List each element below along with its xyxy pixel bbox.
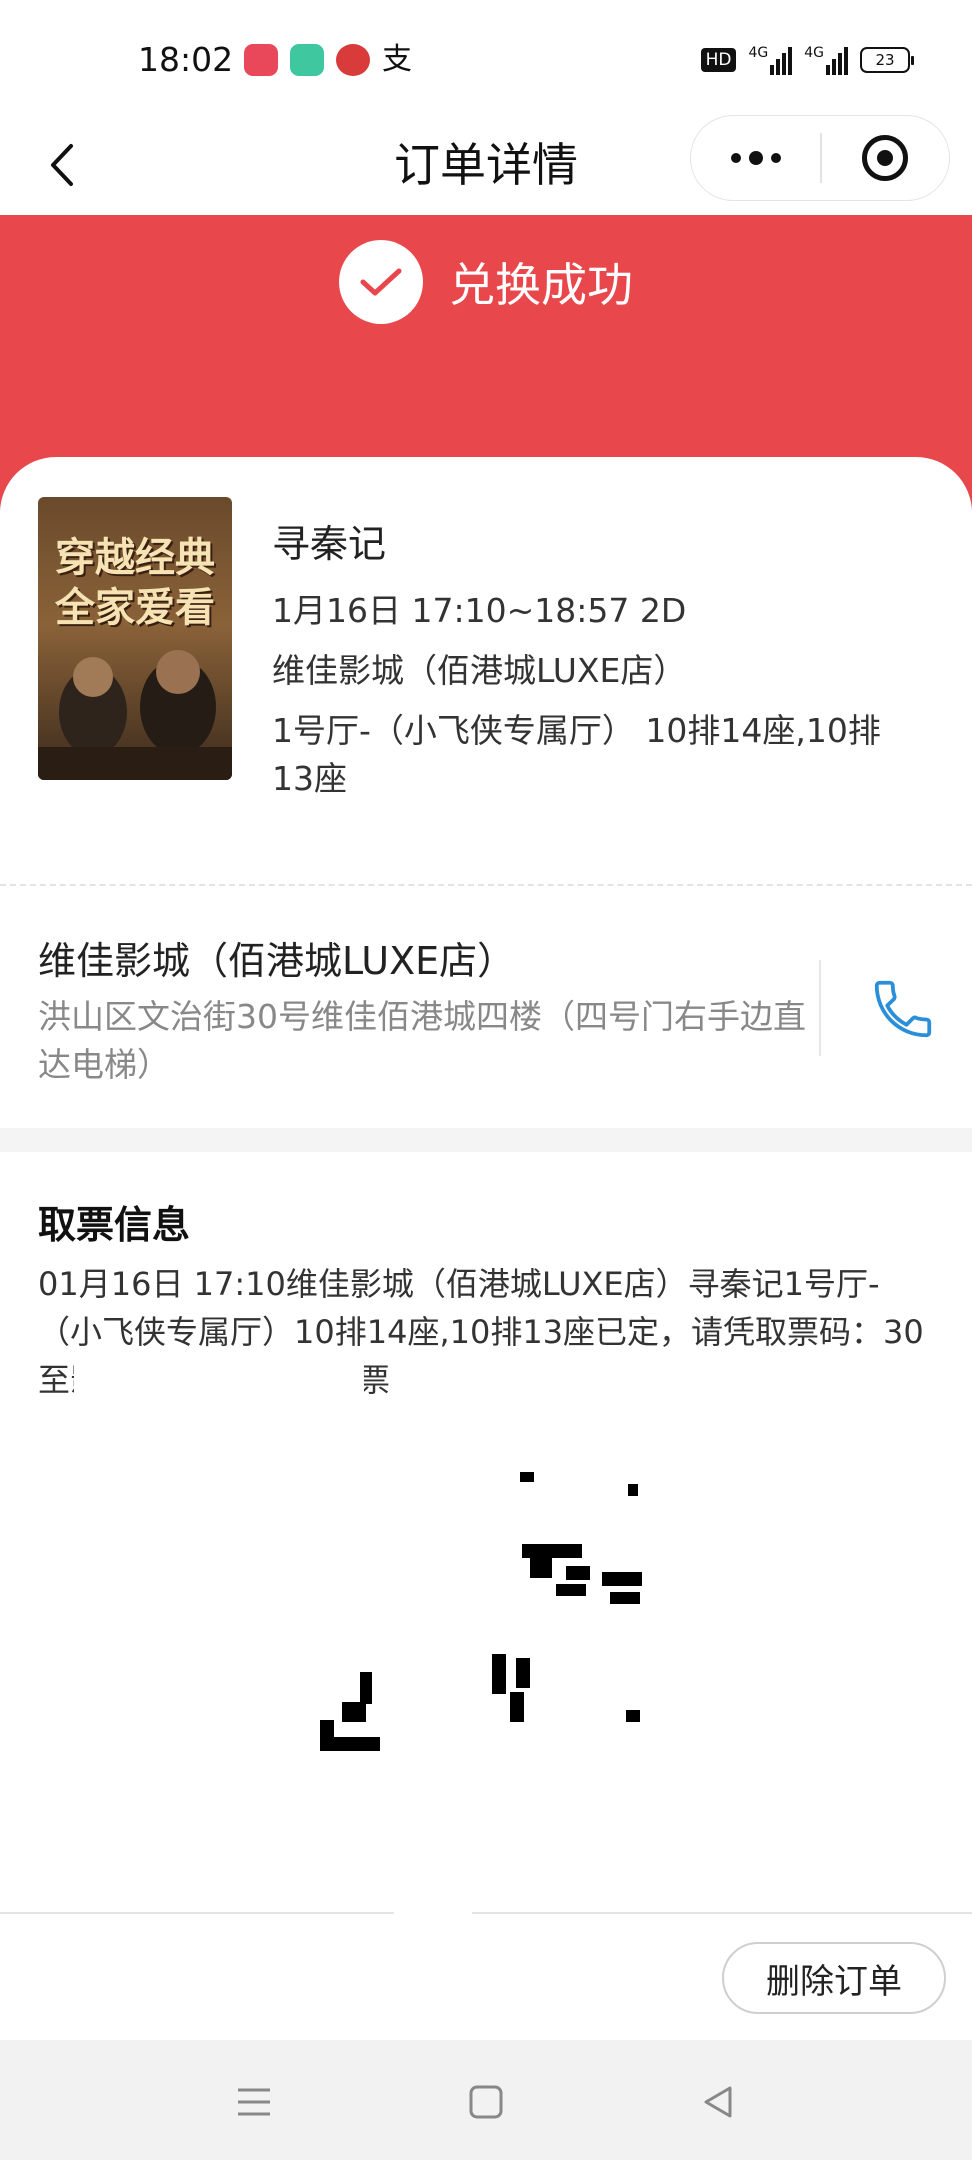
network-label: 4G [748, 45, 769, 61]
message-app-icon [290, 44, 324, 76]
phone-icon [874, 980, 932, 1038]
signal-icon: 4G [748, 45, 793, 75]
battery-level: 23 [875, 51, 895, 69]
square-home-icon [469, 2085, 503, 2119]
pickup-qr-code[interactable] [320, 1472, 650, 1802]
hall-seats: 1号厅-（小飞侠专属厅） 10排14座,10排13座 [272, 711, 881, 798]
cinema-section: 维佳影城（佰港城LUXE店） 洪山区文治街30号维佳佰港城四楼（四号门右手边直达… [0, 888, 972, 1128]
movie-title: 寻秦记 [272, 522, 387, 566]
notification-icons: 支 [244, 44, 412, 76]
close-button[interactable] [822, 116, 949, 200]
mini-program-capsule [690, 115, 950, 201]
signal-icon: 4G [804, 45, 848, 75]
call-button[interactable] [868, 974, 938, 1044]
system-back-button[interactable] [688, 2072, 748, 2132]
menu-button[interactable] [224, 2072, 284, 2132]
showtime: 1月16日 17:10~18:57 2D [272, 591, 687, 630]
cinema-address[interactable]: 洪山区文治街30号维佳佰港城四楼（四号门右手边直达电梯） [38, 993, 818, 1089]
video-app-icon [244, 44, 278, 76]
bank-app-icon [336, 44, 370, 76]
check-icon [339, 240, 423, 324]
battery-icon: 23 [860, 47, 914, 73]
success-row: 兑换成功 [0, 240, 972, 324]
vertical-divider [819, 960, 821, 1056]
cinema-name: 维佳影城（佰港城LUXE店） [38, 939, 516, 983]
cinema-name-short: 维佳影城（佰港城LUXE店） [272, 651, 687, 690]
home-button[interactable] [456, 2072, 516, 2132]
section-gap [0, 1128, 972, 1152]
more-button[interactable] [691, 116, 820, 200]
triangle-back-icon [704, 2086, 732, 2118]
poster-title-line: 全家爱看 [55, 584, 215, 631]
ticket-section: 取票信息 01月16日 17:10维佳影城（佰港城LUXE店）寻秦记1号厅-（小… [0, 1152, 972, 1914]
delete-order-button[interactable]: 删除订单 [722, 1942, 946, 2014]
more-dots-icon [730, 153, 741, 163]
alipay-icon: 支 [382, 42, 412, 77]
hd-badge: HD [700, 48, 737, 72]
success-text: 兑换成功 [449, 258, 633, 312]
status-time: 18:02 [138, 40, 234, 79]
network-label: 4G [804, 45, 824, 61]
movie-poster[interactable]: 穿越经典 全家爱看 [38, 497, 232, 780]
target-icon [862, 135, 909, 181]
order-card: 穿越经典 全家爱看 寻秦记 1月16日 17:10~18:57 2D 维佳影城（… [0, 457, 972, 885]
system-status-icons: HD 4G 4G 23 [700, 45, 914, 75]
redacted-pickup-code [74, 1352, 364, 1402]
system-nav-bar [0, 2040, 972, 2160]
ticket-heading: 取票信息 [38, 1203, 191, 1247]
status-bar: 18:02 支 HD 4G 4G 23 [0, 0, 972, 120]
menu-icon [238, 2088, 270, 2116]
dashed-divider [0, 884, 972, 886]
action-bar: 删除订单 [0, 1914, 972, 2040]
nav-bar: 订单详情 [0, 115, 972, 215]
